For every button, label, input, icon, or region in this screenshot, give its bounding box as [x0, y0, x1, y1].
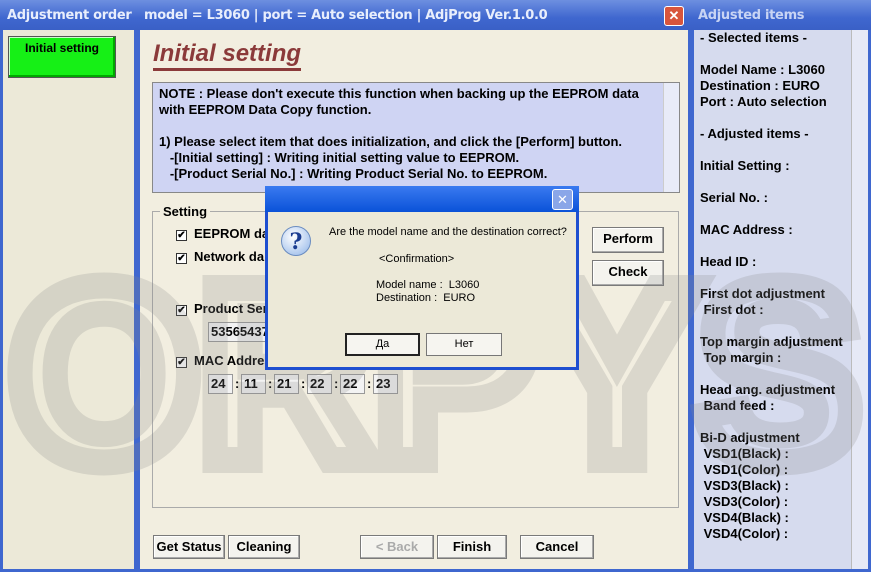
no-button[interactable]: Нет: [426, 333, 502, 356]
dialog-model-name: Model name : L3060: [376, 279, 480, 291]
cleaning-button[interactable]: Cleaning: [228, 535, 300, 559]
checkbox-label: Product Ser: [194, 301, 268, 316]
initial-setting-step[interactable]: Initial setting: [8, 36, 116, 78]
dialog-title-bar: [265, 186, 579, 212]
adjusted-item-line: VSD4(Black) :: [700, 510, 789, 525]
adjusted-item-line: Port : Auto selection: [700, 94, 827, 109]
checkbox-label: EEPROM da: [194, 226, 270, 241]
adjusted-item-line: Head ID :: [700, 254, 757, 269]
adjusted-item-line: - Adjusted items -: [700, 126, 809, 141]
window-title: model = L3060 | port = Auto selection | …: [137, 0, 691, 30]
yes-button[interactable]: Да: [345, 333, 420, 356]
adjusted-item-line: Head ang. adjustment: [700, 382, 836, 397]
note-line: 1) Please select item that does initiali…: [159, 134, 623, 149]
checkbox-label: Network da: [194, 249, 265, 264]
network-checkbox[interactable]: ✔ Network da: [176, 249, 264, 264]
adjusted-item-line: MAC Address :: [700, 222, 793, 237]
note-scrollbar[interactable]: [663, 83, 679, 192]
get-status-button[interactable]: Get Status: [153, 535, 225, 559]
adjustment-order-title: Adjustment order: [0, 0, 137, 30]
adjusted-item-line: First dot :: [700, 302, 764, 317]
adjusted-item-line: VSD1(Black) :: [700, 446, 789, 461]
mac-octet-input[interactable]: 11: [241, 374, 266, 394]
adjusted-item-line: VSD3(Black) :: [700, 478, 789, 493]
mac-octet-input[interactable]: 22: [307, 374, 332, 394]
finish-button[interactable]: Finish: [437, 535, 507, 559]
question-icon: ?: [281, 226, 311, 256]
mac-octet-input[interactable]: 24: [208, 374, 233, 394]
setting-group-label: Setting: [160, 204, 211, 219]
product-serial-checkbox[interactable]: ✔ Product Ser: [176, 301, 268, 316]
mac-octet-input[interactable]: 22: [340, 374, 365, 394]
note-line: with EEPROM Data Copy function.: [159, 102, 372, 117]
mac-separator: :: [235, 376, 240, 391]
adjusted-items-title: Adjusted items: [691, 0, 871, 30]
dialog-destination: Destination : EURO: [376, 292, 476, 304]
adjusted-item-line: VSD3(Color) :: [700, 494, 789, 509]
dialog-question: Are the model name and the destination c…: [329, 226, 567, 238]
adjusted-item-line: Destination : EURO: [700, 78, 820, 93]
page-title: Initial setting: [153, 40, 302, 71]
checkbox-label: MAC Addres: [194, 353, 272, 368]
confirmation-dialog: ✕ ? Are the model name and the destinati…: [265, 186, 579, 370]
dialog-close-icon[interactable]: ✕: [552, 189, 573, 210]
note-blank-line: [159, 118, 659, 134]
adjusted-item-line: Band feed :: [700, 398, 775, 413]
note-line: -[Initial setting] : Writing initial set…: [159, 150, 520, 165]
adjusted-item-line: Bi-D adjustment: [700, 430, 800, 445]
close-icon[interactable]: ✕: [664, 6, 684, 26]
mac-separator: :: [367, 376, 372, 391]
adjusted-items-panel: Adjusted items - Selected items - Model N…: [691, 0, 871, 572]
adjustment-order-panel: Adjustment order Initial setting: [0, 0, 137, 572]
eeprom-checkbox[interactable]: ✔ EEPROM da: [176, 226, 269, 241]
adjusted-item-line: Top margin :: [700, 350, 782, 365]
mac-octet-input[interactable]: 21: [274, 374, 299, 394]
mac-separator: :: [301, 376, 306, 391]
back-button[interactable]: < Back: [360, 535, 434, 559]
adjusted-item-line: VSD4(Color) :: [700, 526, 789, 541]
perform-button[interactable]: Perform: [592, 227, 664, 253]
right-scrollbar[interactable]: [851, 30, 868, 569]
note-box: NOTE : Please don't execute this functio…: [152, 82, 680, 193]
mac-address-checkbox[interactable]: ✔ MAC Addres: [176, 353, 272, 368]
cancel-button[interactable]: Cancel: [520, 535, 594, 559]
note-line: NOTE : Please don't execute this functio…: [159, 86, 639, 101]
mac-octet-input[interactable]: 23: [373, 374, 398, 394]
mac-separator: :: [334, 376, 339, 391]
check-button[interactable]: Check: [592, 260, 664, 286]
adjusted-item-line: Serial No. :: [700, 190, 768, 205]
adjusted-item-line: Model Name : L3060: [700, 62, 825, 77]
note-line: -[Product Serial No.] : Writing Product …: [159, 166, 548, 181]
adjusted-item-line: First dot adjustment: [700, 286, 825, 301]
dialog-confirmation: <Confirmation>: [379, 253, 455, 265]
adjusted-item-line: Initial Setting :: [700, 158, 790, 173]
adjusted-item-line: VSD1(Color) :: [700, 462, 789, 477]
adjusted-item-line: - Selected items -: [700, 30, 807, 45]
mac-separator: :: [268, 376, 273, 391]
adjusted-item-line: Top margin adjustment: [700, 334, 843, 349]
